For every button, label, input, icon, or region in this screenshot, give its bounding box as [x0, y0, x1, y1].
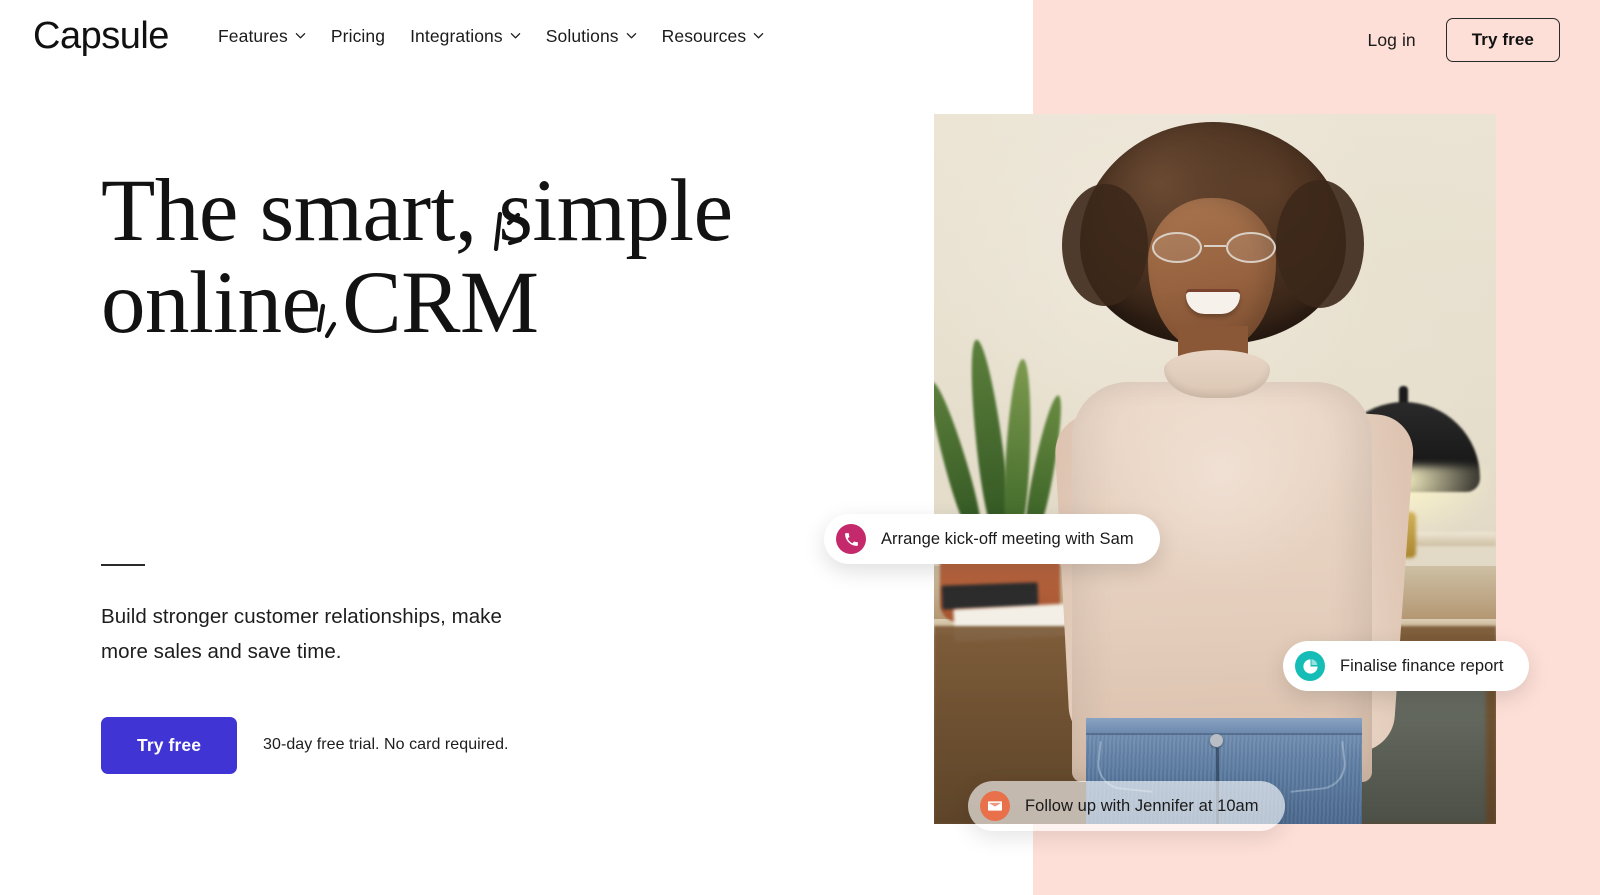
nav-item-resources[interactable]: Resources — [662, 22, 790, 51]
nav-item-features[interactable]: Features — [218, 22, 331, 51]
glasses-bridge — [1204, 245, 1226, 248]
nav-item-label: Solutions — [545, 26, 619, 46]
notification-pill-finance[interactable]: Finalise finance report — [1283, 641, 1530, 691]
hero-cta-note: 30-day free trial. No card required. — [263, 736, 509, 754]
hero-subtitle: Build stronger customer relationships, m… — [101, 604, 502, 663]
glasses-lens — [1152, 232, 1202, 263]
hero-cta-row: Try free 30-day free trial. No card requ… — [101, 716, 801, 774]
nav-item-solutions[interactable]: Solutions — [546, 22, 662, 51]
glasses-lens — [1226, 232, 1276, 263]
nav-item-label: Features — [218, 26, 288, 46]
pie-chart-icon — [1295, 651, 1325, 681]
envelope-icon — [980, 791, 1010, 821]
header-try-free-button[interactable]: Try free — [1445, 18, 1560, 62]
photo-person-glasses — [1150, 232, 1278, 264]
photo-jeans-waistband — [1086, 718, 1362, 735]
login-link[interactable]: Log in — [1367, 30, 1415, 51]
nav-item-label: Pricing — [330, 26, 386, 46]
photo-person-smile — [1186, 292, 1240, 314]
nav-item-pricing[interactable]: Pricing — [331, 22, 410, 51]
hero-headline-line1: The smart, simple — [101, 162, 733, 260]
photo-person-turtleneck-collar — [1164, 350, 1270, 398]
hero-photo — [934, 114, 1496, 824]
photo-jeans-button — [1210, 734, 1223, 747]
chevron-down-icon — [510, 30, 521, 41]
notification-pill-label: Finalise finance report — [1340, 656, 1504, 675]
header-actions: Log in Try free — [1367, 18, 1560, 62]
nav-item-integrations[interactable]: Integrations — [410, 22, 546, 51]
chevron-down-icon — [295, 30, 306, 41]
nav-item-label: Resources — [661, 26, 747, 46]
notification-pill-email[interactable]: Follow up with Jennifer at 10am — [968, 781, 1285, 831]
hero-try-free-button[interactable]: Try free — [101, 716, 238, 774]
phone-icon — [836, 524, 866, 554]
main-navigation: Features Pricing Integrations Solutions … — [218, 22, 789, 51]
notification-pill-label: Follow up with Jennifer at 10am — [1025, 796, 1259, 815]
hero-headline: The smart, simple online CRM — [101, 165, 801, 349]
notification-pill-label: Arrange kick-off meeting with Sam — [881, 529, 1134, 548]
notification-pill-call[interactable]: Arrange kick-off meeting with Sam — [824, 514, 1160, 564]
site-header: Capsule Features Pricing Integrations So… — [0, 0, 1600, 75]
hero-headline-line2: online CRM — [101, 254, 539, 352]
nav-item-label: Integrations — [410, 26, 503, 46]
hero-divider-rule — [101, 564, 145, 566]
hero-content: The smart, simple online CRM Build stron… — [101, 165, 801, 774]
chevron-down-icon — [753, 30, 764, 41]
chevron-down-icon — [626, 30, 637, 41]
capsule-logo[interactable]: Capsule — [33, 14, 169, 58]
